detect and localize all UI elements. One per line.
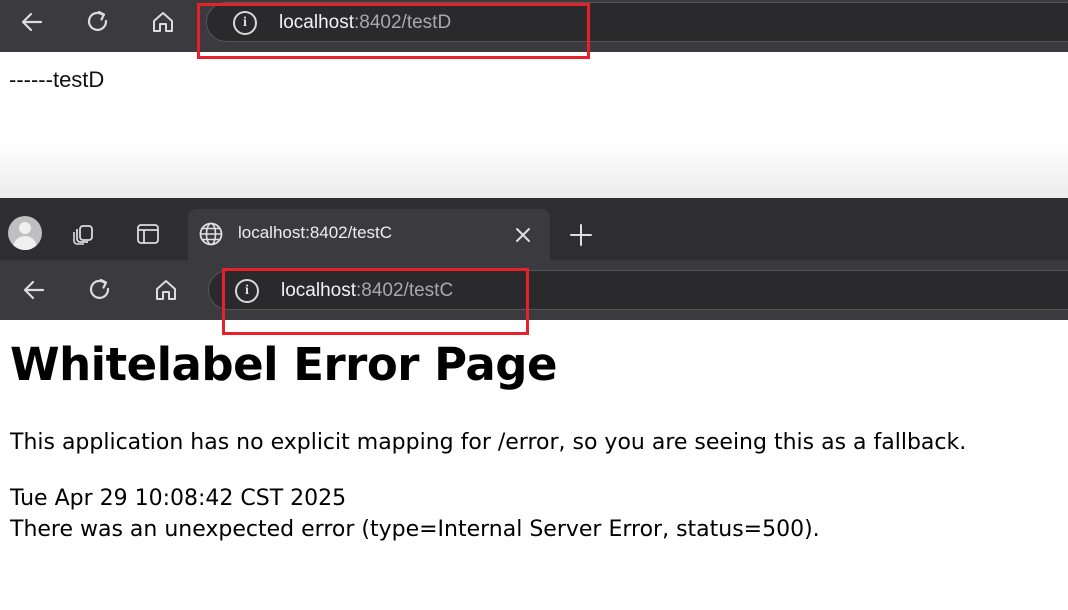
tab-actions-icon[interactable] xyxy=(128,214,168,254)
back-arrow-icon[interactable] xyxy=(12,2,52,42)
refresh-icon[interactable] xyxy=(78,2,118,42)
error-timestamp: Tue Apr 29 10:08:42 CST 2025 xyxy=(10,486,347,511)
page-body-text: ------testD xyxy=(9,67,105,92)
page-content-testd: ------testD xyxy=(0,52,1068,198)
error-detail: There was an unexpected error (type=Inte… xyxy=(10,517,820,542)
tab-testc[interactable]: localhost:8402/testC xyxy=(188,209,550,261)
home-icon[interactable] xyxy=(143,2,183,42)
workspaces-icon[interactable] xyxy=(64,214,104,254)
url-highlight-box xyxy=(197,3,590,59)
globe-icon xyxy=(199,222,223,246)
refresh-icon[interactable] xyxy=(80,270,120,310)
profile-avatar-icon[interactable] xyxy=(8,216,42,250)
bottom-toolbar: i localhost:8402/testC xyxy=(0,260,1068,320)
close-icon[interactable] xyxy=(510,222,536,248)
page-title: Whitelabel Error Page xyxy=(10,338,558,391)
home-icon[interactable] xyxy=(146,270,186,310)
back-arrow-icon[interactable] xyxy=(14,270,54,310)
url-highlight-box xyxy=(222,268,529,335)
error-message: This application has no explicit mapping… xyxy=(10,430,967,455)
tab-title: localhost:8402/testC xyxy=(238,223,393,242)
plus-icon[interactable] xyxy=(562,216,600,254)
page-content-testc: Whitelabel Error Page This application h… xyxy=(0,320,1068,610)
